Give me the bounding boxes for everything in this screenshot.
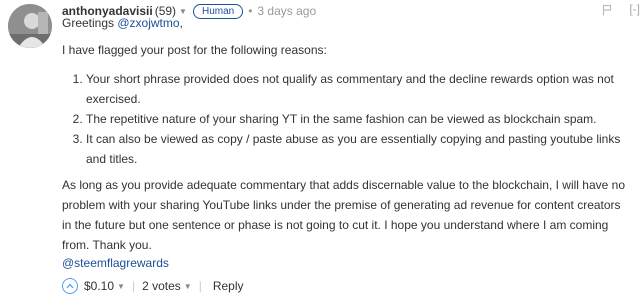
divider: | [198,279,202,293]
greeting-suffix: , [179,16,183,30]
payout-amount[interactable]: $0.10 [84,279,114,293]
chevron-down-icon[interactable]: ▼ [184,282,192,291]
comment-footer: @steemflagrewards $0.10 ▼ | 2 votes ▼ | … [62,253,632,296]
signature-link[interactable]: @steemflagrewards [62,253,632,273]
reason-item: It can also be viewed as copy / paste ab… [86,129,632,169]
greeting: Greetings @zxojwtmo, [62,13,632,33]
greeting-prefix: Greetings [62,16,118,30]
reason-item: Your short phrase provided does not qual… [86,69,632,109]
comment-body: Greetings @zxojwtmo, I have flagged your… [62,13,632,264]
reply-button[interactable]: Reply [213,279,244,293]
upvote-icon[interactable] [62,278,78,294]
avatar-image [8,4,52,48]
user-mention-link[interactable]: @zxojwtmo [117,16,179,30]
divider: | [131,279,136,293]
vote-count[interactable]: 2 votes [142,279,181,293]
action-bar: $0.10 ▼ | 2 votes ▼ | Reply [62,276,632,296]
closing-text: As long as you provide adequate commenta… [62,178,626,252]
chevron-down-icon[interactable]: ▼ [117,282,125,291]
reason-item: The repetitive nature of your sharing YT… [86,109,632,129]
intro-text: I have flagged your post for the followi… [62,43,327,57]
reasons-list: Your short phrase provided does not qual… [62,69,632,169]
author-avatar[interactable] [8,4,52,48]
